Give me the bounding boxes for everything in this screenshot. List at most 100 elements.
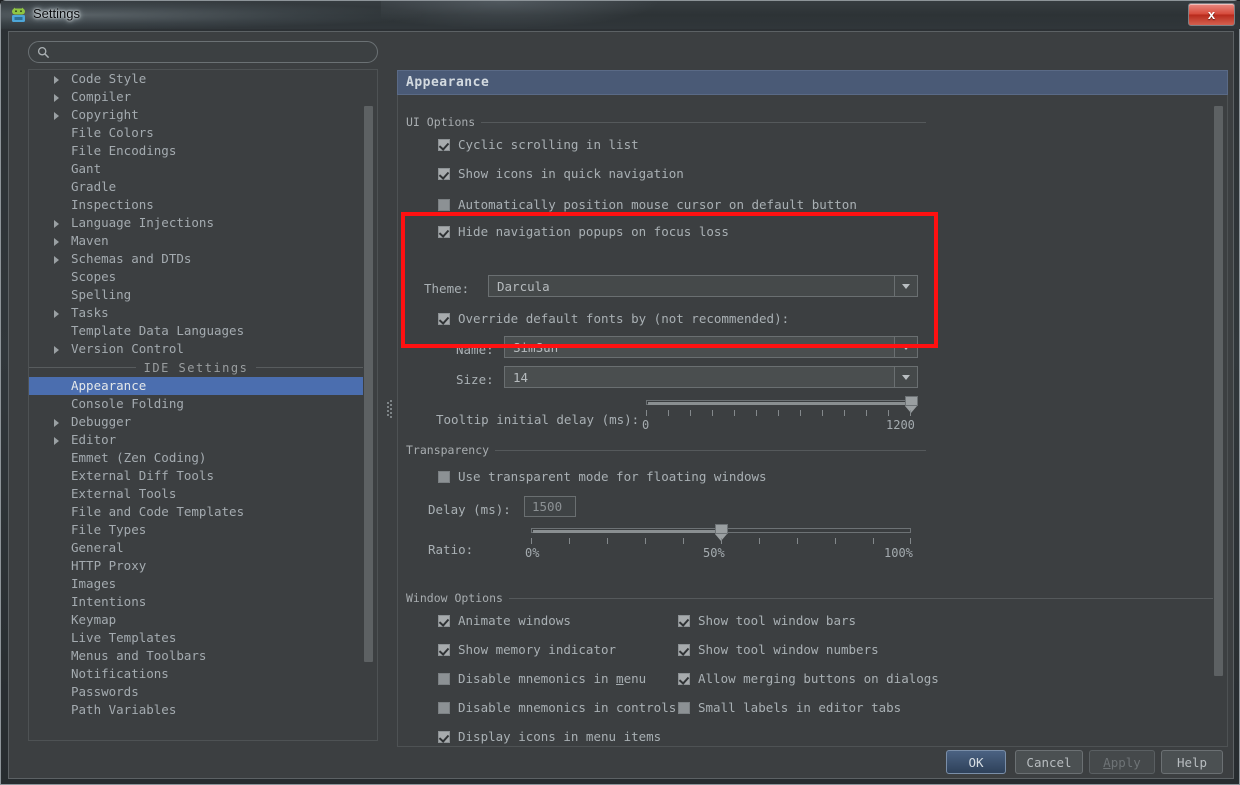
sidebar-scrollbar-thumb[interactable] [364,106,373,662]
panel-splitter[interactable] [387,400,394,422]
chevron-right-icon[interactable] [54,437,59,445]
sidebar-item-file-encodings[interactable]: File Encodings [29,142,363,160]
checkbox-cyclic-scrolling[interactable]: Cyclic scrolling in list [438,137,639,152]
cancel-button[interactable]: Cancel [1015,750,1083,774]
sidebar-item-file-and-code-templates[interactable]: File and Code Templates [29,503,363,521]
sidebar-item-file-types[interactable]: File Types [29,521,363,539]
sidebar-item-file-colors[interactable]: File Colors [29,124,363,142]
sidebar-item-passwords[interactable]: Passwords [29,683,363,701]
sidebar-item-http-proxy[interactable]: HTTP Proxy [29,557,363,575]
checkbox-display-icons-menu-items[interactable]: Display icons in menu items [438,729,661,744]
checkbox-disable-mnemonics-controls[interactable]: Disable mnemonics in controls [438,700,676,715]
slider-thumb[interactable] [715,524,728,541]
sidebar-item-menus-and-toolbars[interactable]: Menus and Toolbars [29,647,363,665]
chevron-right-icon[interactable] [54,256,59,264]
sidebar-item-appearance[interactable]: Appearance [29,377,363,395]
checkbox-box[interactable] [678,644,690,656]
sidebar-item-schemas-and-dtds[interactable]: Schemas and DTDs [29,250,363,268]
ratio-slider[interactable]: 0% 50% 100% [525,524,913,568]
sidebar-item-emmet-zen-coding[interactable]: Emmet (Zen Coding) [29,449,363,467]
checkbox-box[interactable] [438,615,450,627]
chevron-right-icon[interactable] [54,310,59,318]
theme-combobox[interactable]: Darcula [488,275,918,297]
sidebar-item-tasks[interactable]: Tasks [29,304,363,322]
chevron-right-icon[interactable] [54,238,59,246]
checkbox-box[interactable] [438,139,450,151]
chevron-down-icon[interactable] [894,367,917,387]
sidebar-item-language-injections[interactable]: Language Injections [29,214,363,232]
sidebar-item-spelling[interactable]: Spelling [29,286,363,304]
checkbox-show-tool-window-bars[interactable]: Show tool window bars [678,613,856,628]
sidebar-item-editor[interactable]: Editor [29,431,363,449]
checkbox-box[interactable] [438,731,450,743]
sidebar-item-label: File Types [71,522,147,537]
chevron-right-icon[interactable] [54,76,59,84]
content-scrollbar-track[interactable] [1213,95,1226,745]
chevron-right-icon[interactable] [54,419,59,427]
search-input[interactable] [55,44,375,63]
sidebar-item-maven[interactable]: Maven [29,232,363,250]
sidebar-scrollbar-track[interactable] [363,71,376,740]
checkbox-box[interactable] [438,644,450,656]
sidebar-item-version-control[interactable]: Version Control [29,340,363,358]
delay-input[interactable]: 1500 [524,496,576,517]
slider-thumb[interactable] [905,396,918,413]
close-button[interactable]: x [1188,3,1235,26]
sidebar-item-code-style[interactable]: Code Style [29,70,363,88]
sidebar-item-template-data-languages[interactable]: Template Data Languages [29,322,363,340]
sidebar-item-debugger[interactable]: Debugger [29,413,363,431]
chevron-down-icon[interactable] [894,337,917,357]
chevron-down-icon[interactable] [894,276,917,296]
sidebar-item-intentions[interactable]: Intentions [29,593,363,611]
help-button[interactable]: Help [1161,750,1223,774]
sidebar-item-copyright[interactable]: Copyright [29,106,363,124]
chevron-right-icon[interactable] [54,346,59,354]
sidebar-item-keymap[interactable]: Keymap [29,611,363,629]
sidebar-item-inspections[interactable]: Inspections [29,196,363,214]
checkbox-small-labels-editor-tabs[interactable]: Small labels in editor tabs [678,700,901,715]
chevron-right-icon[interactable] [54,94,59,102]
chevron-right-icon[interactable] [54,112,59,120]
checkbox-box[interactable] [438,226,450,238]
sidebar-item-images[interactable]: Images [29,575,363,593]
checkbox-allow-merging-buttons[interactable]: Allow merging buttons on dialogs [678,671,939,686]
sidebar-item-general[interactable]: General [29,539,363,557]
sidebar-item-compiler[interactable]: Compiler [29,88,363,106]
font-size-combobox[interactable]: 14 [504,366,918,388]
checkbox-box[interactable] [678,615,690,627]
checkbox-animate-windows[interactable]: Animate windows [438,613,571,628]
search-box[interactable] [28,41,378,63]
checkbox-box[interactable] [438,313,450,325]
sidebar-item-external-diff-tools[interactable]: External Diff Tools [29,467,363,485]
slider-track[interactable] [646,400,918,405]
sidebar-item-gradle[interactable]: Gradle [29,178,363,196]
checkbox-override-fonts[interactable]: Override default fonts by (not recommend… [438,311,789,326]
checkbox-box[interactable] [678,702,690,714]
checkbox-box[interactable] [678,673,690,685]
checkbox-box[interactable] [438,673,450,685]
settings-tree[interactable]: Project Settings [frist]Code StyleCompil… [28,69,378,741]
sidebar-item-external-tools[interactable]: External Tools [29,485,363,503]
checkbox-hide-nav-popups[interactable]: Hide navigation popups on focus loss [438,224,729,239]
checkbox-disable-mnemonics-menu[interactable]: Disable mnemonics in menu [438,671,646,686]
content-scrollbar-thumb[interactable] [1214,106,1223,676]
sidebar-item-notifications[interactable]: Notifications [29,665,363,683]
checkbox-show-tool-window-numbers[interactable]: Show tool window numbers [678,642,879,657]
checkbox-box[interactable] [438,471,450,483]
font-name-combobox[interactable]: SimSun [504,336,918,358]
checkbox-transparent-mode[interactable]: Use transparent mode for floating window… [438,469,767,484]
checkbox-box[interactable] [438,199,450,211]
tooltip-delay-slider[interactable]: 0 1200 [642,396,918,440]
ok-button[interactable]: OK [946,750,1006,774]
chevron-right-icon[interactable] [54,220,59,228]
checkbox-box[interactable] [438,168,450,180]
checkbox-show-icons-quick-nav[interactable]: Show icons in quick navigation [438,166,684,181]
sidebar-item-live-templates[interactable]: Live Templates [29,629,363,647]
checkbox-box[interactable] [438,702,450,714]
sidebar-item-scopes[interactable]: Scopes [29,268,363,286]
sidebar-item-path-variables[interactable]: Path Variables [29,701,363,719]
sidebar-item-gant[interactable]: Gant [29,160,363,178]
checkbox-auto-position-cursor[interactable]: Automatically position mouse cursor on d… [438,197,857,212]
sidebar-item-console-folding[interactable]: Console Folding [29,395,363,413]
checkbox-show-memory-indicator[interactable]: Show memory indicator [438,642,616,657]
